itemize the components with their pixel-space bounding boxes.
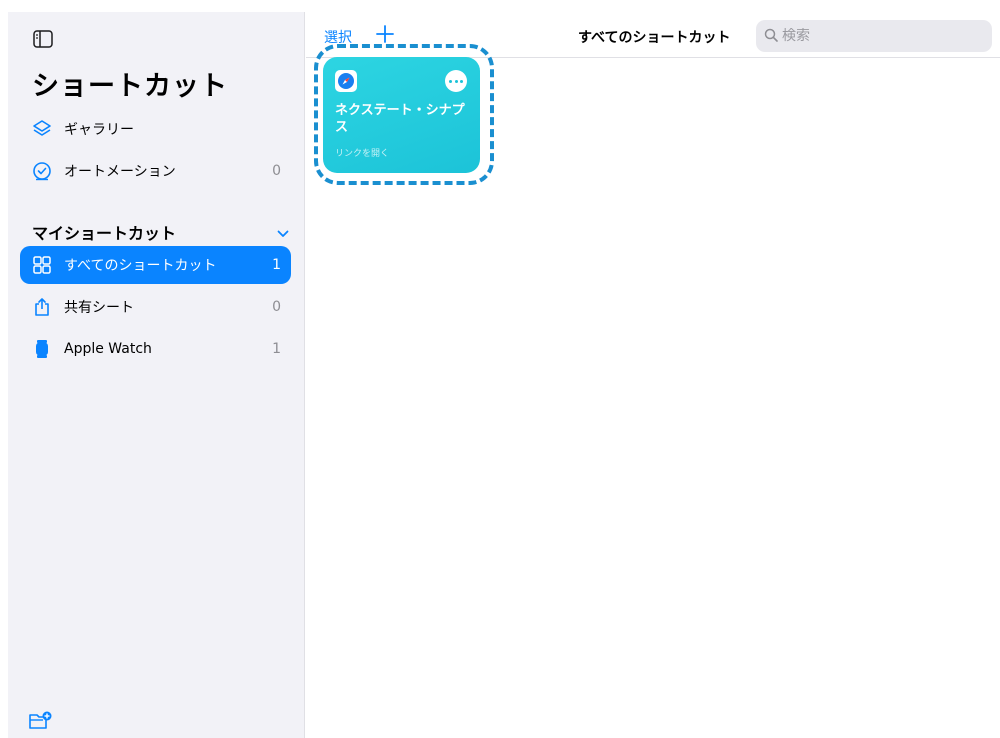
sidebar-item-label: Apple Watch bbox=[64, 341, 152, 357]
plus-icon bbox=[376, 25, 394, 43]
item-count: 0 bbox=[272, 299, 281, 315]
shortcut-name: ネクステート・シナプス bbox=[335, 103, 465, 135]
watch-icon bbox=[30, 337, 54, 361]
clock-check-icon bbox=[30, 159, 54, 183]
item-count: 1 bbox=[272, 341, 281, 357]
search-icon bbox=[764, 27, 778, 46]
shortcut-card[interactable]: ネクステート・シナプス リンクを開く bbox=[323, 57, 480, 173]
grid-icon bbox=[30, 253, 54, 277]
sidebar-item-apple-watch[interactable]: Apple Watch 1 bbox=[20, 330, 291, 368]
add-shortcut-button[interactable] bbox=[374, 23, 396, 45]
sidebar-item-automation[interactable]: オートメーション 0 bbox=[20, 152, 291, 190]
section-header-my-shortcuts[interactable]: マイショートカット bbox=[32, 220, 291, 244]
sidebar-toggle-icon[interactable] bbox=[30, 28, 56, 50]
sidebar-item-label: すべてのショートカット bbox=[64, 258, 217, 274]
item-count: 1 bbox=[272, 257, 281, 273]
search-field[interactable] bbox=[756, 20, 992, 52]
safari-compass-icon bbox=[335, 70, 357, 92]
sidebar: ショートカット ギャラリー オートメーション 0 マイショートカット すべてのシ… bbox=[8, 12, 305, 738]
sidebar-item-label: オートメーション bbox=[64, 164, 176, 180]
shortcut-action: リンクを開く bbox=[335, 149, 390, 159]
sidebar-item-gallery[interactable]: ギャラリー bbox=[20, 110, 291, 148]
chevron-down-icon bbox=[277, 223, 289, 242]
section-title: マイショートカット bbox=[32, 224, 177, 243]
more-options-button[interactable] bbox=[445, 70, 467, 92]
sidebar-item-all-shortcuts[interactable]: すべてのショートカット 1 bbox=[20, 246, 291, 284]
page-title: すべてのショートカット bbox=[578, 30, 731, 46]
sidebar-item-label: 共有シート bbox=[64, 300, 134, 316]
layers-icon bbox=[30, 117, 54, 141]
sidebar-item-share-sheet[interactable]: 共有シート 0 bbox=[20, 288, 291, 326]
new-folder-icon[interactable] bbox=[28, 711, 56, 733]
item-count: 0 bbox=[272, 163, 281, 179]
sidebar-title: ショートカット bbox=[32, 71, 228, 102]
share-icon bbox=[30, 295, 54, 319]
sidebar-item-label: ギャラリー bbox=[64, 122, 134, 138]
search-input[interactable] bbox=[782, 28, 982, 44]
